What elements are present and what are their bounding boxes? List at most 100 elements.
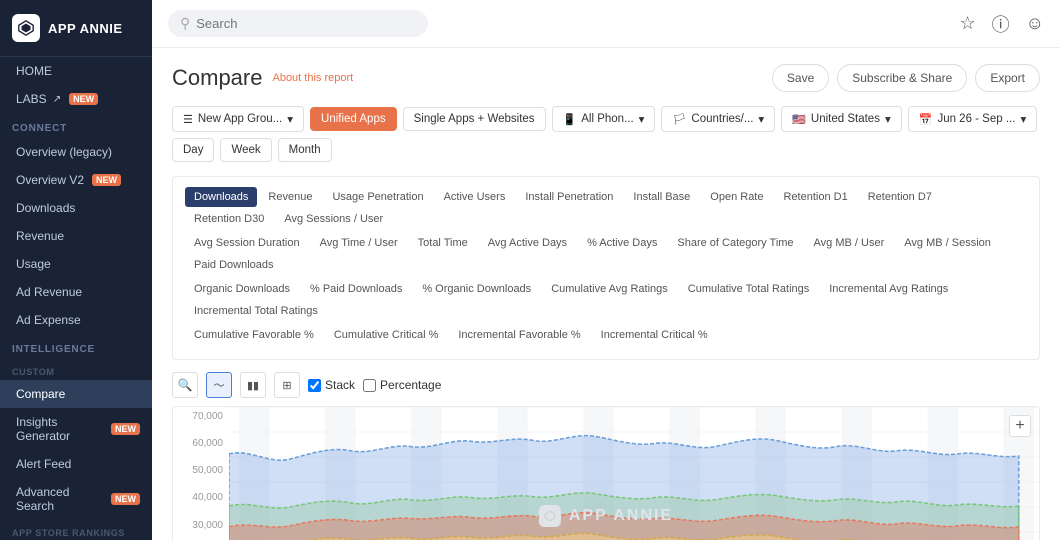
star-icon[interactable]: ☆	[959, 13, 975, 34]
save-button[interactable]: Save	[772, 64, 829, 92]
search-input[interactable]	[196, 16, 416, 31]
metric-usage-penetration[interactable]: Usage Penetration	[323, 187, 432, 207]
metric-pct-organic-downloads[interactable]: % Organic Downloads	[413, 279, 540, 299]
metric-pct-paid-downloads[interactable]: % Paid Downloads	[301, 279, 411, 299]
zoom-icon: 🔍	[178, 378, 193, 392]
user-icon[interactable]: ☺	[1026, 13, 1044, 34]
metric-incremental-avg-ratings[interactable]: Incremental Avg Ratings	[820, 279, 957, 299]
phone-icon: 📱	[563, 113, 577, 126]
about-report-link[interactable]: About this report	[272, 72, 353, 84]
metric-avg-active-days[interactable]: Avg Active Days	[479, 233, 576, 253]
sidebar-item-labs[interactable]: LABS ↗ NEW	[0, 85, 152, 113]
metrics-row-2: Avg Session Duration Avg Time / User Tot…	[185, 233, 1027, 275]
export-button[interactable]: Export	[975, 64, 1040, 92]
metric-downloads[interactable]: Downloads	[185, 187, 257, 207]
sidebar-item-revenue[interactable]: Revenue	[0, 222, 152, 250]
page-title-area: Compare About this report	[172, 65, 353, 91]
sidebar-item-ad-revenue[interactable]: Ad Revenue	[0, 278, 152, 306]
line-chart-btn[interactable]: 〜	[206, 372, 232, 398]
filter-month[interactable]: Month	[278, 138, 332, 162]
sidebar-nav: HOME LABS ↗ NEW CONNECT Overview (legacy…	[0, 57, 152, 540]
metric-active-users[interactable]: Active Users	[435, 187, 515, 207]
logo-icon	[12, 14, 40, 42]
filter-week[interactable]: Week	[220, 138, 271, 162]
expand-icon: ⊞	[282, 379, 291, 392]
zoom-btn[interactable]: 🔍	[172, 372, 198, 398]
subscribe-share-button[interactable]: Subscribe & Share	[837, 64, 967, 92]
metrics-row-4: Cumulative Favorable % Cumulative Critic…	[185, 325, 1027, 345]
metric-revenue[interactable]: Revenue	[259, 187, 321, 207]
help-icon[interactable]: ⓘ	[992, 11, 1010, 37]
filter-bar: ☰ New App Grou... ▾ Unified Apps Single …	[172, 106, 1040, 162]
y-label-60k: 60,000	[175, 438, 223, 449]
metric-avg-session-duration[interactable]: Avg Session Duration	[185, 233, 309, 253]
stack-checkbox[interactable]	[308, 379, 321, 392]
filter-day[interactable]: Day	[172, 138, 214, 162]
metric-share-category[interactable]: Share of Category Time	[668, 233, 802, 253]
sidebar-item-downloads[interactable]: Downloads	[0, 194, 152, 222]
metric-cumulative-favorable[interactable]: Cumulative Favorable %	[185, 325, 323, 345]
page-title: Compare	[172, 65, 262, 91]
topbar: ⚲ ☆ ⓘ ☺	[152, 0, 1060, 48]
metric-open-rate[interactable]: Open Rate	[701, 187, 772, 207]
expand-btn[interactable]: ⊞	[274, 372, 300, 398]
metric-avg-sessions[interactable]: Avg Sessions / User	[275, 209, 392, 229]
chart-expand-btn[interactable]: +	[1009, 415, 1031, 437]
stack-checkbox-label[interactable]: Stack	[308, 378, 355, 392]
dropdown-arrow-5: ▾	[1020, 112, 1026, 126]
metric-retention-d30[interactable]: Retention D30	[185, 209, 273, 229]
subsection-custom: CUSTOM	[0, 359, 152, 380]
y-label-50k: 50,000	[175, 465, 223, 476]
bar-icon: ▮▮	[247, 379, 259, 392]
metric-pct-active-days[interactable]: % Active Days	[578, 233, 666, 253]
topbar-icons: ☆ ⓘ ☺	[959, 11, 1044, 37]
metric-cumulative-total-ratings[interactable]: Cumulative Total Ratings	[679, 279, 818, 299]
sidebar-item-insights-generator[interactable]: Insights Generator NEW	[0, 408, 152, 450]
header-actions: Save Subscribe & Share Export	[772, 64, 1040, 92]
section-connect: CONNECT	[0, 113, 152, 138]
metric-cumulative-avg-ratings[interactable]: Cumulative Avg Ratings	[542, 279, 677, 299]
percentage-checkbox-label[interactable]: Percentage	[363, 378, 441, 392]
dropdown-arrow-3: ▾	[758, 112, 764, 126]
content-area: Compare About this report Save Subscribe…	[152, 48, 1060, 540]
metric-install-penetration[interactable]: Install Penetration	[516, 187, 622, 207]
metric-incremental-critical[interactable]: Incremental Critical %	[592, 325, 717, 345]
filter-date-range[interactable]: 📅 Jun 26 - Sep ... ▾	[908, 106, 1037, 132]
metric-retention-d1[interactable]: Retention D1	[774, 187, 856, 207]
dropdown-arrow-4: ▾	[885, 112, 891, 126]
subsection-app-store-rankings: APP STORE RANKINGS	[0, 520, 152, 540]
sidebar-item-alert-feed[interactable]: Alert Feed	[0, 450, 152, 478]
sidebar-item-compare[interactable]: Compare	[0, 380, 152, 408]
sidebar-item-usage[interactable]: Usage	[0, 250, 152, 278]
sidebar-item-overview-legacy[interactable]: Overview (legacy)	[0, 138, 152, 166]
metric-organic-downloads[interactable]: Organic Downloads	[185, 279, 299, 299]
metric-avg-mb-session[interactable]: Avg MB / Session	[895, 233, 1000, 253]
metrics-section: Downloads Revenue Usage Penetration Acti…	[172, 176, 1040, 360]
sidebar-item-ad-expense[interactable]: Ad Expense	[0, 306, 152, 334]
metric-incremental-favorable[interactable]: Incremental Favorable %	[449, 325, 589, 345]
sidebar-item-overview-v2[interactable]: Overview V2 NEW	[0, 166, 152, 194]
metric-cumulative-critical[interactable]: Cumulative Critical %	[325, 325, 448, 345]
page-header: Compare About this report Save Subscribe…	[172, 64, 1040, 92]
filter-countries[interactable]: 🏳 Countries/... ▾	[661, 106, 775, 132]
metric-avg-mb-user[interactable]: Avg MB / User	[805, 233, 894, 253]
metric-retention-d7[interactable]: Retention D7	[859, 187, 941, 207]
filter-group[interactable]: ☰ New App Grou... ▾	[172, 106, 304, 132]
sidebar-item-advanced-search[interactable]: Advanced Search NEW	[0, 478, 152, 520]
filter-country[interactable]: 🇺🇸 United States ▾	[781, 106, 902, 132]
sidebar-item-home[interactable]: HOME	[0, 57, 152, 85]
bar-chart-btn[interactable]: ▮▮	[240, 372, 266, 398]
metric-install-base[interactable]: Install Base	[624, 187, 699, 207]
metric-incremental-total-ratings[interactable]: Incremental Total Ratings	[185, 301, 327, 321]
sidebar: APP ANNIE HOME LABS ↗ NEW CONNECT Overvi…	[0, 0, 152, 540]
metric-paid-downloads[interactable]: Paid Downloads	[185, 255, 283, 275]
search-box[interactable]: ⚲	[168, 10, 428, 37]
filter-combined[interactable]: Single Apps + Websites	[403, 107, 546, 131]
filter-device[interactable]: 📱 All Phon... ▾	[552, 106, 656, 132]
y-label-40k: 40,000	[175, 492, 223, 503]
filter-app-type[interactable]: Unified Apps	[310, 107, 397, 131]
metric-avg-time[interactable]: Avg Time / User	[311, 233, 407, 253]
metric-total-time[interactable]: Total Time	[409, 233, 477, 253]
y-axis: 70,000 60,000 50,000 40,000 30,000 20,00…	[173, 407, 229, 540]
percentage-checkbox[interactable]	[363, 379, 376, 392]
